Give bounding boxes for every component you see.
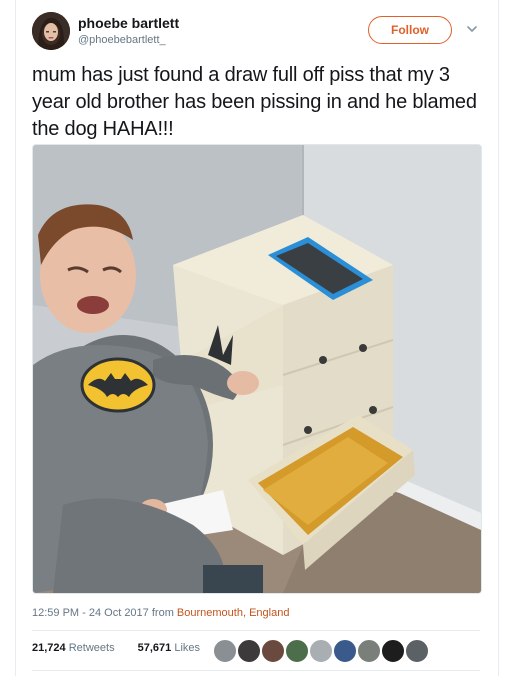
tweet-text: mum has just found a draw full off piss … xyxy=(32,64,477,140)
divider xyxy=(32,630,480,631)
from-label: from xyxy=(151,607,174,619)
liker-avatar-5[interactable] xyxy=(308,638,334,664)
liker-avatar-2[interactable] xyxy=(236,638,262,664)
liker-avatar-3[interactable] xyxy=(260,638,286,664)
tweet-location[interactable]: Bournemouth, England xyxy=(177,607,290,619)
likes-label: Likes xyxy=(174,642,201,654)
retweets-label: Retweets xyxy=(68,642,115,654)
avatar-image xyxy=(32,12,70,50)
likes-count: 57,671 xyxy=(137,642,172,654)
tweet-card: phoebe bartlett @phoebebartlett_ Follow … xyxy=(16,0,498,676)
photo-crying-boy-batman-costume-drawer-icon xyxy=(33,145,481,593)
divider xyxy=(32,670,480,671)
card-border-right xyxy=(498,0,499,676)
liker-avatar-6[interactable] xyxy=(332,638,358,664)
display-name[interactable]: phoebe bartlett xyxy=(78,15,179,31)
chevron-down-icon[interactable] xyxy=(465,22,479,36)
tweet-photo[interactable] xyxy=(32,144,482,594)
liker-avatar-1[interactable] xyxy=(212,638,238,664)
retweets-stat[interactable]: 21,724 Retweets xyxy=(32,642,125,654)
liker-avatar-9[interactable] xyxy=(404,638,430,664)
retweets-count: 21,724 xyxy=(32,642,66,654)
likes-stat[interactable]: 57,671 Likes xyxy=(138,642,210,654)
tweet-header: phoebe bartlett @phoebebartlett_ Follow xyxy=(16,12,498,56)
tweet-timestamp[interactable]: 12:59 PM - 24 Oct 2017 from Bournemouth,… xyxy=(32,607,289,619)
liker-avatar-8[interactable] xyxy=(380,638,406,664)
profile-avatar[interactable] xyxy=(32,12,70,50)
timestamp-text[interactable]: 12:59 PM - 24 Oct 2017 xyxy=(32,607,149,619)
liker-avatars xyxy=(212,635,452,665)
liker-avatar-7[interactable] xyxy=(356,638,382,664)
follow-button[interactable]: Follow xyxy=(368,16,452,44)
tweet-stats: 21,724 Retweets 57,671 Likes xyxy=(32,642,220,654)
liker-avatar-4[interactable] xyxy=(284,638,310,664)
user-handle[interactable]: @phoebebartlett_ xyxy=(78,34,166,46)
